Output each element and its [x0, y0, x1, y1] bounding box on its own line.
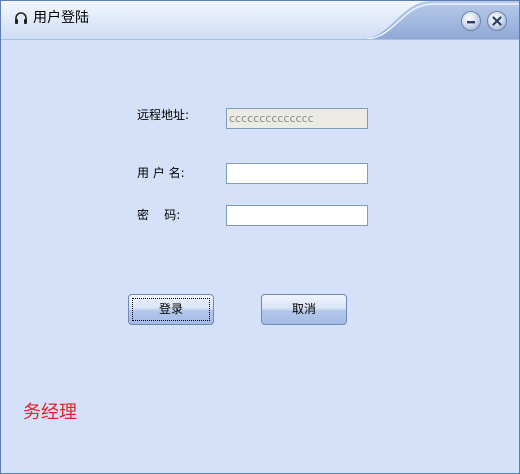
- remote-address-label: 远程地址:: [137, 108, 190, 122]
- login-button[interactable]: 登录: [128, 294, 214, 325]
- title-bar[interactable]: 用户登陆: [1, 1, 519, 40]
- headphones-icon: [15, 12, 27, 24]
- cancel-button[interactable]: 取消: [261, 294, 347, 325]
- username-field[interactable]: [226, 163, 368, 184]
- brand-text: 务经理: [23, 402, 77, 423]
- minimize-icon: [467, 21, 475, 24]
- password-label: 密 码:: [137, 208, 181, 222]
- username-label: 用 户 名:: [137, 166, 185, 180]
- window-title: 用户登陆: [33, 10, 89, 26]
- remote-address-field[interactable]: [226, 108, 368, 129]
- close-icon: [492, 16, 502, 26]
- minimize-button[interactable]: [461, 11, 481, 31]
- password-field[interactable]: [226, 205, 368, 226]
- login-window: 用户登陆 远程地址: 用 户 名: 密 码: 登录 取消 务经理: [0, 0, 520, 474]
- close-button[interactable]: [487, 11, 507, 31]
